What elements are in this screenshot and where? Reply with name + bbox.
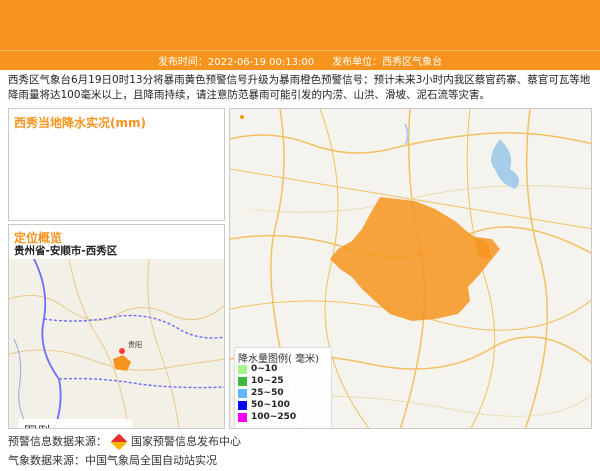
publish-unit: 发布单位：西秀区气象台 bbox=[332, 57, 443, 68]
guiyang-label: 贵阳 bbox=[128, 340, 142, 349]
header-banner bbox=[0, 0, 600, 50]
rain-legend-row: 50~100 bbox=[238, 400, 290, 410]
rain-swatch-icon bbox=[238, 412, 247, 422]
rain-legend-label: 50~100 bbox=[251, 400, 290, 410]
rain-legend-label: 0~10 bbox=[251, 364, 278, 374]
location-path: 贵州省-安顺市-西秀区 bbox=[14, 245, 118, 257]
warning-center-logo-icon bbox=[110, 433, 128, 450]
warning-source-row: 预警信息数据来源： 国家预警信息发布中心 bbox=[8, 432, 241, 451]
weather-source-text: 气象数据来源：中国气象局全国自动站实况 bbox=[8, 454, 217, 467]
rain-swatch-icon bbox=[238, 376, 247, 386]
weather-source-row: 气象数据来源：中国气象局全国自动站实况 bbox=[8, 451, 241, 470]
rain-swatch-icon bbox=[238, 364, 247, 374]
rain-legend-label: 25~50 bbox=[251, 388, 284, 398]
legend-title: 图例 bbox=[24, 421, 50, 428]
publish-time: 发布时间：2022-06-19 00:13:00 bbox=[157, 57, 315, 68]
rainfall-panel: 西秀当地降水实况(mm) bbox=[8, 108, 225, 221]
district-map-panel: 降水量图例( 毫米) 0~10 10~25 25~50 50~100 100~2… bbox=[229, 108, 592, 429]
data-sources: 预警信息数据来源： 国家预警信息发布中心 气象数据来源：中国气象局全国自动站实况 bbox=[8, 432, 241, 470]
overview-map-svg: 贵阳 bbox=[9, 258, 224, 428]
alert-description: 西秀区气象台6月19日0时13分将暴雨黄色预警信号升级为暴雨橙色预警信号：预计未… bbox=[8, 74, 591, 101]
rainfall-legend-title: 降水量图例( 毫米) bbox=[238, 354, 319, 365]
rain-swatch-icon bbox=[238, 400, 247, 410]
rain-legend-row: 0~10 bbox=[238, 364, 277, 374]
publish-meta-bar: 发布时间：2022-06-19 00:13:00 发布单位：西秀区气象台 bbox=[0, 50, 600, 70]
warning-source-name[interactable]: 国家预警信息发布中心 bbox=[131, 432, 241, 451]
rainfall-panel-title: 西秀当地降水实况(mm) bbox=[14, 116, 146, 130]
location-panel: 定位概览 贵州省-安顺市-西秀区 贵阳 图例 国界 省界 bbox=[8, 224, 225, 429]
district-map[interactable]: 降水量图例( 毫米) 0~10 10~25 25~50 50~100 100~2… bbox=[230, 109, 591, 428]
overview-map[interactable]: 贵阳 图例 国界 省界 bbox=[9, 258, 224, 428]
rain-swatch-icon bbox=[238, 388, 247, 398]
rain-legend-label: 10~25 bbox=[251, 376, 284, 386]
rain-legend-label: 100~250 bbox=[251, 412, 297, 422]
warning-source-prefix: 预警信息数据来源： bbox=[8, 435, 107, 448]
border-legend: 图例 国界 省界 bbox=[18, 419, 132, 428]
rain-legend-row: 10~25 bbox=[238, 376, 284, 386]
rain-legend-row: 100~250 bbox=[238, 412, 296, 422]
rainfall-legend: 降水量图例( 毫米) 0~10 10~25 25~50 50~100 100~2… bbox=[234, 347, 332, 428]
rain-legend-row: 25~50 bbox=[238, 388, 284, 398]
